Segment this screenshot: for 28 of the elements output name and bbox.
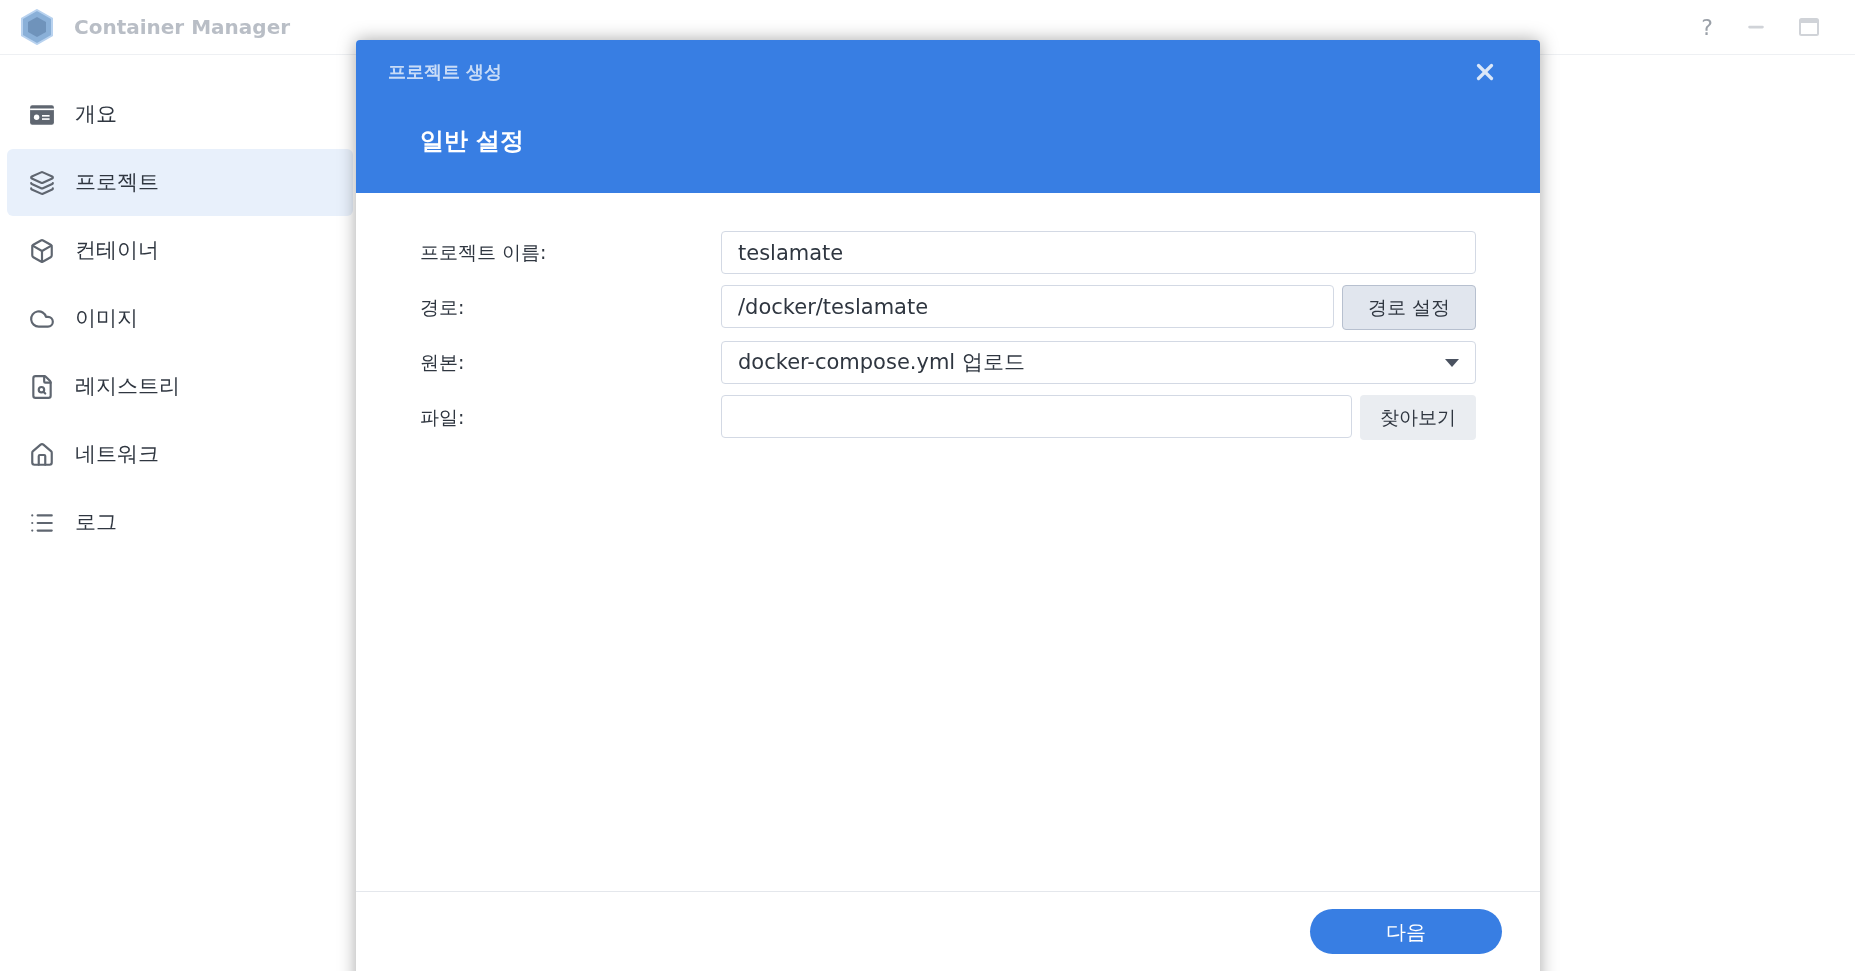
source-dropdown[interactable]: docker-compose.yml 업로드 xyxy=(721,341,1476,384)
text-field[interactable]: /docker/teslamate xyxy=(721,285,1334,328)
sidebar-item[interactable]: 로그 xyxy=(7,489,353,556)
cube-icon xyxy=(29,237,55,264)
browse-button[interactable]: 찾아보기 xyxy=(1360,395,1476,440)
sidebar-item[interactable]: 컨테이너 xyxy=(7,217,353,284)
field-label: 원본: xyxy=(420,350,466,376)
sidebar-item[interactable]: 개요 xyxy=(7,81,353,148)
dialog-title: 프로젝트 생성 xyxy=(388,60,503,84)
next-button[interactable]: 다음 xyxy=(1310,909,1502,954)
set-path-button[interactable]: 경로 설정 xyxy=(1342,285,1476,330)
field-label: 경로: xyxy=(420,295,466,321)
step-title: 일반 설정 xyxy=(420,126,526,157)
layers-icon xyxy=(29,169,55,196)
caret-icon xyxy=(1445,358,1459,367)
field-label: 프로젝트 이름: xyxy=(420,240,548,266)
sidebar-item[interactable]: 네트워크 xyxy=(7,421,353,488)
app-title: Container Manager xyxy=(74,14,291,41)
text-field[interactable] xyxy=(721,395,1352,438)
sidebar-item[interactable]: 레지스트리 xyxy=(7,353,353,420)
field-label: 파일: xyxy=(420,405,466,431)
file-search-icon xyxy=(29,373,55,400)
sidebar-item[interactable]: 이미지 xyxy=(7,285,353,352)
house-icon xyxy=(29,441,55,468)
app-logo-icon xyxy=(20,9,54,45)
text-field[interactable]: teslamate xyxy=(721,231,1476,274)
maximize-icon[interactable] xyxy=(1799,18,1819,36)
sidebar-item[interactable]: 프로젝트 xyxy=(7,149,353,216)
